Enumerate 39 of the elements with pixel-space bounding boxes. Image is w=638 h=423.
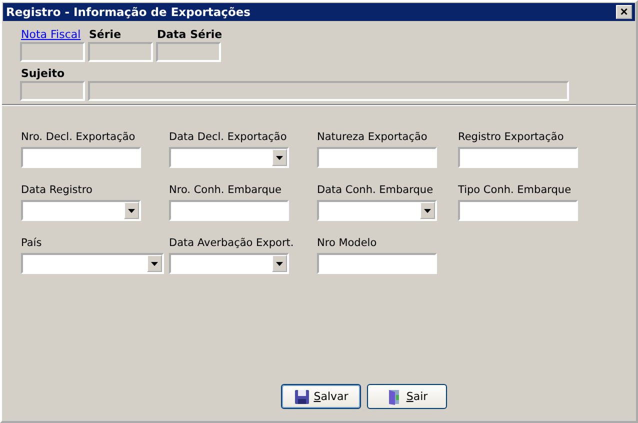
field-label: Nro. Decl. Exportação	[21, 131, 136, 144]
field-label: Série	[88, 28, 122, 42]
dropdown-arrow-icon	[276, 262, 283, 266]
text-field[interactable]	[21, 147, 141, 168]
window-title: Registro - Informação de Exportações	[6, 5, 251, 19]
dropdown-arrow-icon	[151, 262, 158, 266]
field-label: Data Série	[156, 28, 222, 42]
field-label: Data Decl. Exportação	[169, 131, 288, 144]
dropdown-arrow-icon	[128, 208, 135, 212]
field-label: Registro Exportação	[458, 131, 565, 144]
dropdown-arrow-icon	[424, 208, 431, 212]
text-field[interactable]	[458, 200, 578, 221]
field-label: Natureza Exportação	[317, 131, 428, 144]
dropdown-arrow-icon	[276, 156, 283, 160]
dropdown-field[interactable]	[21, 200, 141, 221]
readonly-field	[20, 42, 85, 62]
dropdown-field[interactable]	[21, 253, 164, 274]
text-field[interactable]	[317, 147, 437, 168]
text-field[interactable]	[317, 253, 437, 274]
field-label: Data Conh. Embarque	[317, 184, 434, 197]
readonly-field	[20, 81, 85, 101]
text-field[interactable]	[458, 147, 578, 168]
dropdown-field[interactable]	[169, 253, 289, 274]
save-button[interactable]: Salvar	[281, 384, 361, 409]
readonly-field	[88, 42, 153, 62]
dropdown-field[interactable]	[317, 200, 437, 221]
field-label: Sujeito	[20, 67, 66, 81]
field-label: Data Averbação Export.	[169, 237, 295, 250]
close-button[interactable]: ×	[616, 5, 632, 19]
field-label: Nro Modelo	[317, 237, 378, 250]
text-field[interactable]	[169, 200, 289, 221]
exit-button[interactable]: Sair	[367, 384, 447, 409]
dropdown-field[interactable]	[169, 147, 289, 168]
field-label: País	[21, 237, 43, 250]
field-label: Data Registro	[21, 184, 94, 197]
field-label: Nro. Conh. Embarque	[169, 184, 282, 197]
readonly-field	[156, 42, 221, 62]
nota-fiscal-link[interactable]: Nota Fiscal	[20, 28, 85, 42]
field-label: Tipo Conh. Embarque	[458, 184, 572, 197]
